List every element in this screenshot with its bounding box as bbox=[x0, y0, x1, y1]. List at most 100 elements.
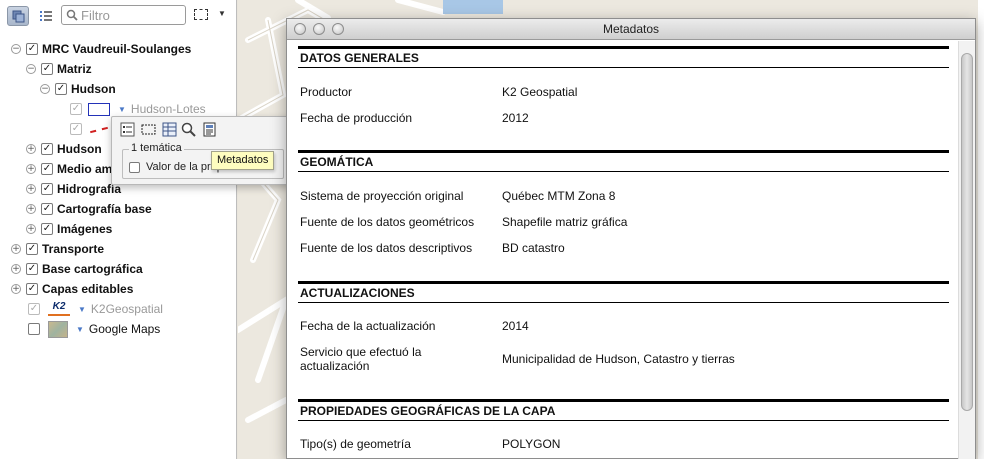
layers-panel: ▼ − ✓ MRC Vaudreuil-Soulanges − ✓ Matriz… bbox=[0, 0, 237, 459]
k2-logo: K2 bbox=[48, 302, 70, 316]
google-maps-thumbnail bbox=[48, 320, 68, 338]
section-heading-propiedades-geograficas: PROPIEDADES GEOGRÁFICAS DE LA CAPA bbox=[298, 399, 949, 421]
layer-checkbox[interactable]: ✓ bbox=[55, 83, 67, 95]
filter-field[interactable] bbox=[61, 5, 186, 25]
tree-item-hudson[interactable]: − ✓ Hudson bbox=[40, 79, 116, 99]
tree-item-hudson-2[interactable]: + ✓ Hudson bbox=[26, 139, 102, 159]
line-style-icon bbox=[88, 123, 110, 136]
tree-item-transporte[interactable]: + ✓ Transporte bbox=[11, 239, 104, 259]
tree-item-label: Google Maps bbox=[88, 322, 161, 336]
expand-icon[interactable]: + bbox=[26, 224, 36, 234]
thematic-group-title: 1 temática bbox=[129, 142, 184, 154]
metadata-key: Fuente de los datos geométricos bbox=[300, 215, 475, 229]
property-value-checkbox[interactable] bbox=[129, 161, 140, 173]
metadata-value: 2012 bbox=[502, 111, 529, 125]
search-icon bbox=[66, 9, 78, 21]
tree-item-label: K2Geospatial bbox=[90, 302, 163, 316]
tree-item-label: MRC Vaudreuil-Soulanges bbox=[42, 42, 192, 56]
close-button[interactable] bbox=[294, 23, 306, 35]
polygon-style-icon bbox=[88, 102, 110, 116]
layer-checkbox[interactable]: ✓ bbox=[70, 103, 82, 115]
list-icon bbox=[40, 11, 52, 21]
metadata-key: Productor bbox=[300, 85, 353, 99]
collapse-icon[interactable]: − bbox=[26, 64, 36, 74]
tree-item-label: Medio am bbox=[57, 162, 113, 176]
layers-icon bbox=[12, 10, 25, 23]
tree-item-medio-ambiente[interactable]: + ✓ Medio am bbox=[26, 159, 112, 179]
vertical-scrollbar[interactable] bbox=[958, 41, 975, 459]
tree-item-matriz[interactable]: − ✓ Matriz bbox=[26, 59, 92, 79]
tree-item-label: Hudson bbox=[57, 142, 102, 156]
tree-item-cartografia-base[interactable]: + ✓ Cartografía base bbox=[26, 199, 152, 219]
layer-checkbox[interactable]: ✓ bbox=[70, 123, 82, 135]
metadata-value: BD catastro bbox=[502, 241, 565, 255]
metadata-icon[interactable] bbox=[200, 121, 218, 138]
layer-checkbox[interactable] bbox=[28, 323, 40, 335]
tree-item-label: Base cartográfica bbox=[42, 262, 143, 276]
tree-item-mrc[interactable]: − ✓ MRC Vaudreuil-Soulanges bbox=[11, 39, 191, 59]
filter-input[interactable] bbox=[78, 7, 178, 23]
selection-icon[interactable] bbox=[139, 121, 157, 138]
metadata-window: Metadatos DATOS GENERALES Productor K2 G… bbox=[286, 18, 976, 459]
chevron-down-icon[interactable]: ▼ bbox=[218, 9, 226, 18]
metadata-value: Québec MTM Zona 8 bbox=[502, 189, 616, 203]
collapse-icon[interactable]: − bbox=[11, 44, 21, 54]
tree-item-label: Hudson bbox=[71, 82, 116, 96]
disclosure-triangle-icon[interactable]: ▼ bbox=[76, 325, 84, 334]
expand-icon[interactable]: + bbox=[11, 284, 21, 294]
metadata-key: Fecha de la actualización bbox=[300, 319, 436, 333]
zoom-icon[interactable] bbox=[179, 121, 197, 138]
zoom-button[interactable] bbox=[332, 23, 344, 35]
select-region-icon[interactable] bbox=[194, 9, 208, 20]
layer-checkbox[interactable]: ✓ bbox=[41, 183, 53, 195]
layer-checkbox[interactable]: ✓ bbox=[26, 243, 38, 255]
layer-checkbox[interactable]: ✓ bbox=[26, 263, 38, 275]
layer-checkbox[interactable]: ✓ bbox=[28, 303, 40, 315]
metadata-key: Servicio que efectuó la actualización bbox=[300, 345, 422, 373]
expand-icon[interactable]: + bbox=[26, 204, 36, 214]
metadata-key: Tipo(s) de geometría bbox=[300, 437, 411, 451]
tree-item-label: Hudson-Lotes bbox=[130, 102, 206, 116]
tree-item-hidrografia[interactable]: + ✓ Hidrografía bbox=[26, 179, 121, 199]
expand-icon[interactable]: + bbox=[11, 264, 21, 274]
tree-item-base-cartografica[interactable]: + ✓ Base cartográfica bbox=[11, 259, 143, 279]
disclosure-triangle-icon[interactable]: ▼ bbox=[78, 305, 86, 314]
window-titlebar[interactable]: Metadatos bbox=[287, 19, 975, 40]
list-view-button[interactable] bbox=[35, 6, 57, 26]
layer-checkbox[interactable]: ✓ bbox=[41, 63, 53, 75]
collapse-icon[interactable]: − bbox=[40, 84, 50, 94]
tree-item-capas-editables[interactable]: + ✓ Capas editables bbox=[11, 279, 133, 299]
tree-item-imagenes[interactable]: + ✓ Imágenes bbox=[26, 219, 112, 239]
metadata-value: 2014 bbox=[502, 319, 529, 333]
metadata-key: Sistema de proyección original bbox=[300, 189, 464, 203]
section-heading-geomatica: GEOMÁTICA bbox=[298, 150, 949, 172]
minimize-button[interactable] bbox=[313, 23, 325, 35]
disclosure-triangle-icon[interactable]: ▼ bbox=[118, 105, 126, 114]
layer-checkbox[interactable]: ✓ bbox=[41, 163, 53, 175]
layers-view-button[interactable] bbox=[7, 6, 29, 26]
layer-checkbox[interactable]: ✓ bbox=[26, 43, 38, 55]
tree-item-label: Cartografía base bbox=[57, 202, 152, 216]
tree-item-k2geospatial[interactable]: ✓ K2 ▼ K2Geospatial bbox=[28, 299, 163, 319]
window-title: Metadatos bbox=[602, 22, 660, 36]
layer-checkbox[interactable]: ✓ bbox=[41, 223, 53, 235]
tree-item-google-maps[interactable]: ▼ Google Maps bbox=[28, 319, 160, 339]
table-icon[interactable] bbox=[160, 121, 178, 138]
expand-icon[interactable]: + bbox=[26, 164, 36, 174]
layer-checkbox[interactable]: ✓ bbox=[26, 283, 38, 295]
layer-checkbox[interactable]: ✓ bbox=[41, 143, 53, 155]
metadata-content: DATOS GENERALES Productor K2 Geospatial … bbox=[287, 41, 957, 459]
tree-item-label: Transporte bbox=[42, 242, 105, 256]
tree-item-line-layer[interactable]: ✓ bbox=[70, 119, 116, 139]
expand-icon[interactable]: + bbox=[26, 184, 36, 194]
scrollbar-thumb[interactable] bbox=[961, 53, 973, 411]
metadata-tooltip: Metadatos bbox=[211, 151, 275, 170]
expand-icon[interactable]: + bbox=[11, 244, 21, 254]
metadata-value: Municipalidad de Hudson, Catastro y tier… bbox=[502, 352, 735, 366]
tree-item-label: Matriz bbox=[57, 62, 92, 76]
expand-icon[interactable]: + bbox=[26, 144, 36, 154]
layers-toolbar: ▼ bbox=[0, 0, 237, 32]
metadata-key: Fuente de los datos descriptivos bbox=[300, 241, 473, 255]
legend-icon[interactable] bbox=[118, 121, 136, 138]
layer-checkbox[interactable]: ✓ bbox=[41, 203, 53, 215]
